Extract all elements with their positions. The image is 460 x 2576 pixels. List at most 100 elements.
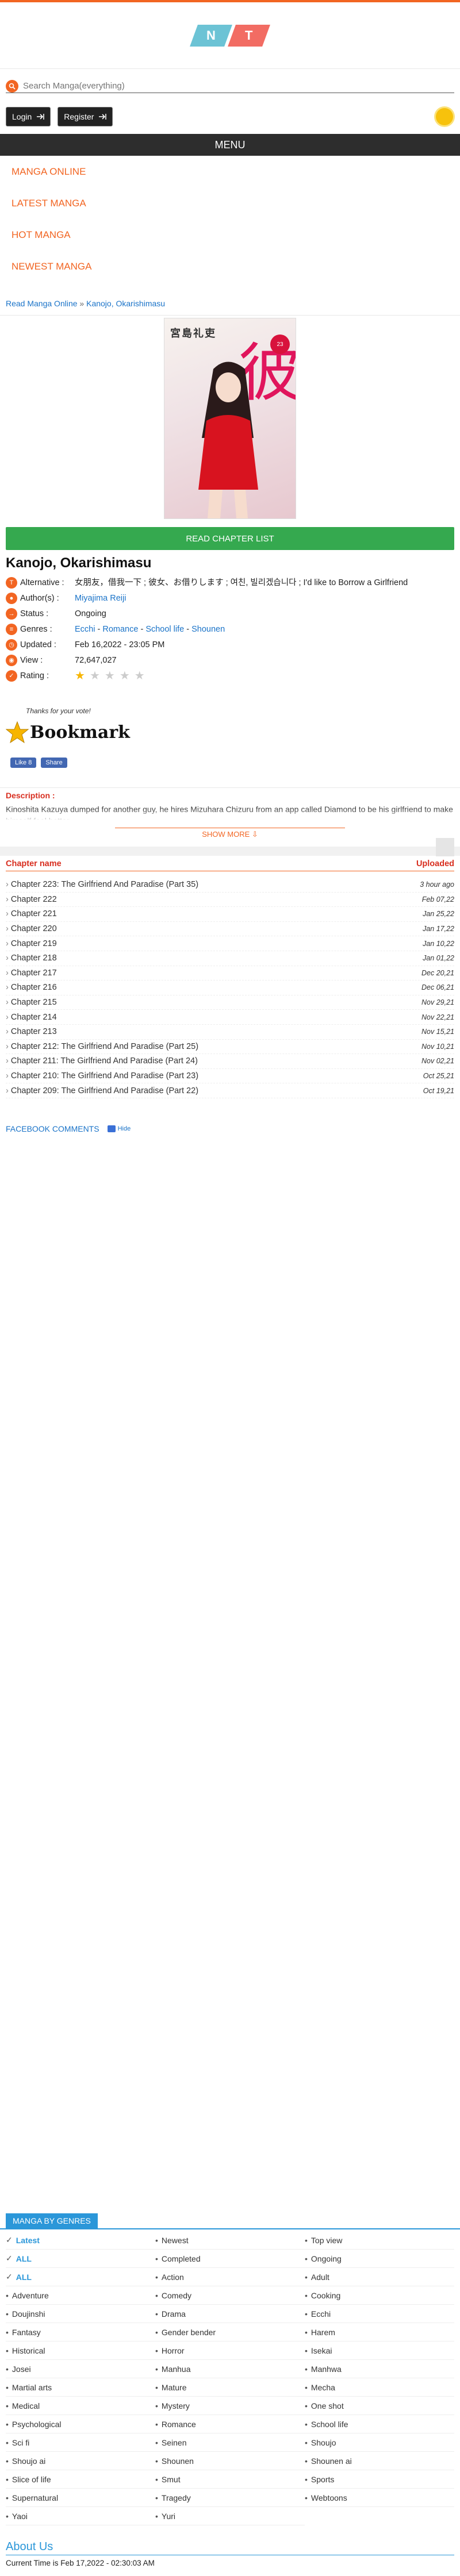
scroll-top-button[interactable]: [436, 838, 454, 856]
facebook-comments-label[interactable]: FACEBOOK COMMENTS: [6, 1124, 99, 1133]
chapter-link[interactable]: Chapter 220: [6, 924, 57, 933]
genre-item[interactable]: • Drama: [155, 2305, 305, 2323]
genre-item[interactable]: • One shot: [305, 2397, 454, 2415]
chapter-link[interactable]: Chapter 219: [6, 939, 57, 948]
genre-item[interactable]: • Ecchi: [305, 2305, 454, 2323]
genre-item[interactable]: • Psychological: [6, 2415, 155, 2433]
read-chapter-list-button[interactable]: READ CHAPTER LIST: [6, 527, 454, 550]
genre-item[interactable]: • Top view: [305, 2231, 454, 2250]
genre-item[interactable]: • Medical: [6, 2397, 155, 2415]
chapter-link[interactable]: Chapter 221: [6, 909, 57, 918]
genre-item[interactable]: • Doujinshi: [6, 2305, 155, 2323]
genre-item[interactable]: • Tragedy: [155, 2489, 305, 2507]
genre-item[interactable]: • Mature: [155, 2378, 305, 2397]
genre-item[interactable]: • Mecha: [305, 2378, 454, 2397]
genre-item[interactable]: • Shounen ai: [305, 2452, 454, 2470]
description-label: Description :: [6, 791, 55, 800]
nav-manga-online[interactable]: MANGA ONLINE: [0, 156, 460, 187]
chapter-link[interactable]: Chapter 223: The Girlfriend And Paradise…: [6, 880, 198, 889]
about-us-link[interactable]: About Us: [6, 2540, 53, 2554]
genre-item[interactable]: • Sports: [305, 2470, 454, 2489]
genre-item[interactable]: • Webtoons: [305, 2489, 454, 2507]
author-link[interactable]: Miyajima Reiji: [75, 591, 454, 606]
genre-item[interactable]: • Shoujo: [305, 2433, 454, 2452]
bullet-icon: •: [305, 2401, 308, 2410]
chapter-link[interactable]: Chapter 209: The Girlfriend And Paradise…: [6, 1086, 198, 1095]
rating-star-icon[interactable]: ★: [135, 668, 145, 684]
genre-item[interactable]: • School life: [305, 2415, 454, 2433]
chapter-link[interactable]: Chapter 222: [6, 895, 57, 904]
genre-link-romance[interactable]: Romance: [102, 625, 138, 634]
genre-item[interactable]: • Cooking: [305, 2286, 454, 2305]
genre-item[interactable]: ✓ ALL: [6, 2250, 155, 2268]
genre-item[interactable]: • Isekai: [305, 2342, 454, 2360]
genre-item[interactable]: • Manhua: [155, 2360, 305, 2378]
genre-item[interactable]: • Adventure: [6, 2286, 155, 2305]
genre-link-school-life[interactable]: School life: [145, 625, 184, 634]
check-icon: ✓: [6, 2235, 13, 2244]
search-input[interactable]: [23, 81, 454, 91]
search-icon[interactable]: [6, 79, 18, 93]
genre-item[interactable]: • Newest: [155, 2231, 305, 2250]
rating-stars[interactable]: ★ ★ ★ ★ ★: [75, 668, 145, 684]
facebook-share-button[interactable]: Share: [41, 758, 67, 768]
facebook-like-button[interactable]: Like 8: [10, 758, 37, 768]
genre-item[interactable]: • Comedy: [155, 2286, 305, 2305]
nav-latest-manga[interactable]: LATEST MANGA: [0, 187, 460, 219]
chapter-link[interactable]: Chapter 212: The Girlfriend And Paradise…: [6, 1042, 198, 1051]
genre-item[interactable]: • Smut: [155, 2470, 305, 2489]
genre-item[interactable]: • Sci fi: [6, 2433, 155, 2452]
genre-item[interactable]: • Adult: [305, 2268, 454, 2286]
genre-item[interactable]: • Harem: [305, 2323, 454, 2342]
genre-item[interactable]: • Action: [155, 2268, 305, 2286]
genre-item[interactable]: • Romance: [155, 2415, 305, 2433]
register-button[interactable]: Register: [57, 107, 113, 126]
genre-item[interactable]: • Martial arts: [6, 2378, 155, 2397]
rating-star-icon[interactable]: ★: [120, 668, 130, 684]
genre-item[interactable]: • Seinen: [155, 2433, 305, 2452]
genre-item[interactable]: • Completed: [155, 2250, 305, 2268]
chapter-link[interactable]: Chapter 214: [6, 1013, 57, 1022]
chapter-link[interactable]: Chapter 213: [6, 1027, 57, 1036]
chapter-link[interactable]: Chapter 217: [6, 968, 57, 978]
genre-item[interactable]: • Shounen: [155, 2452, 305, 2470]
site-logo[interactable]: N T: [190, 24, 270, 47]
chapter-link[interactable]: Chapter 215: [6, 998, 57, 1007]
hide-comments-button[interactable]: Hide: [107, 1125, 131, 1132]
genre-link-ecchi[interactable]: Ecchi: [75, 625, 95, 634]
chapter-link[interactable]: Chapter 218: [6, 953, 57, 963]
nav-hot-manga[interactable]: HOT MANGA: [0, 219, 460, 251]
genre-label: Ecchi: [310, 2309, 331, 2319]
login-button[interactable]: Login: [6, 107, 51, 126]
genre-item[interactable]: • Horror: [155, 2342, 305, 2360]
genre-item[interactable]: • Yaoi: [6, 2507, 155, 2525]
genre-item[interactable]: ✓ Latest: [6, 2231, 155, 2250]
rating-star-icon[interactable]: ★: [75, 668, 85, 684]
genre-item[interactable]: • Gender bender: [155, 2323, 305, 2342]
genre-link-shounen[interactable]: Shounen: [191, 625, 225, 634]
genre-item[interactable]: • Josei: [6, 2360, 155, 2378]
chapter-link[interactable]: Chapter 216: [6, 983, 57, 992]
chapter-link[interactable]: Chapter 211: The Girlfriend And Paradise…: [6, 1056, 198, 1066]
genre-item[interactable]: • Shoujo ai: [6, 2452, 155, 2470]
info-rating: ✓ Rating : ★ ★ ★ ★ ★: [6, 668, 454, 684]
rating-star-icon[interactable]: ★: [105, 668, 115, 684]
menu-bar[interactable]: MENU: [0, 134, 460, 156]
genre-item[interactable]: ✓ ALL: [6, 2268, 155, 2286]
genre-item[interactable]: • Slice of life: [6, 2470, 155, 2489]
show-more-button[interactable]: SHOW MORE ⇩: [115, 828, 345, 839]
breadcrumb-home-link[interactable]: Read Manga Online: [6, 299, 78, 308]
chapter-link[interactable]: Chapter 210: The Girlfriend And Paradise…: [6, 1071, 198, 1081]
genre-item[interactable]: • Supernatural: [6, 2489, 155, 2507]
bookmark-button[interactable]: Bookmark: [6, 721, 130, 744]
rating-star-icon[interactable]: ★: [90, 668, 100, 684]
genre-item[interactable]: • Manhwa: [305, 2360, 454, 2378]
theme-toggle-sun-icon[interactable]: [436, 108, 453, 125]
genre-item[interactable]: • Ongoing: [305, 2250, 454, 2268]
genre-item[interactable]: • Yuri: [155, 2507, 305, 2525]
genre-item[interactable]: • Fantasy: [6, 2323, 155, 2342]
nav-newest-manga[interactable]: NEWEST MANGA: [0, 251, 460, 282]
breadcrumb-current-link[interactable]: Kanojo, Okarishimasu: [86, 299, 165, 308]
genre-item[interactable]: • Historical: [6, 2342, 155, 2360]
genre-item[interactable]: • Mystery: [155, 2397, 305, 2415]
